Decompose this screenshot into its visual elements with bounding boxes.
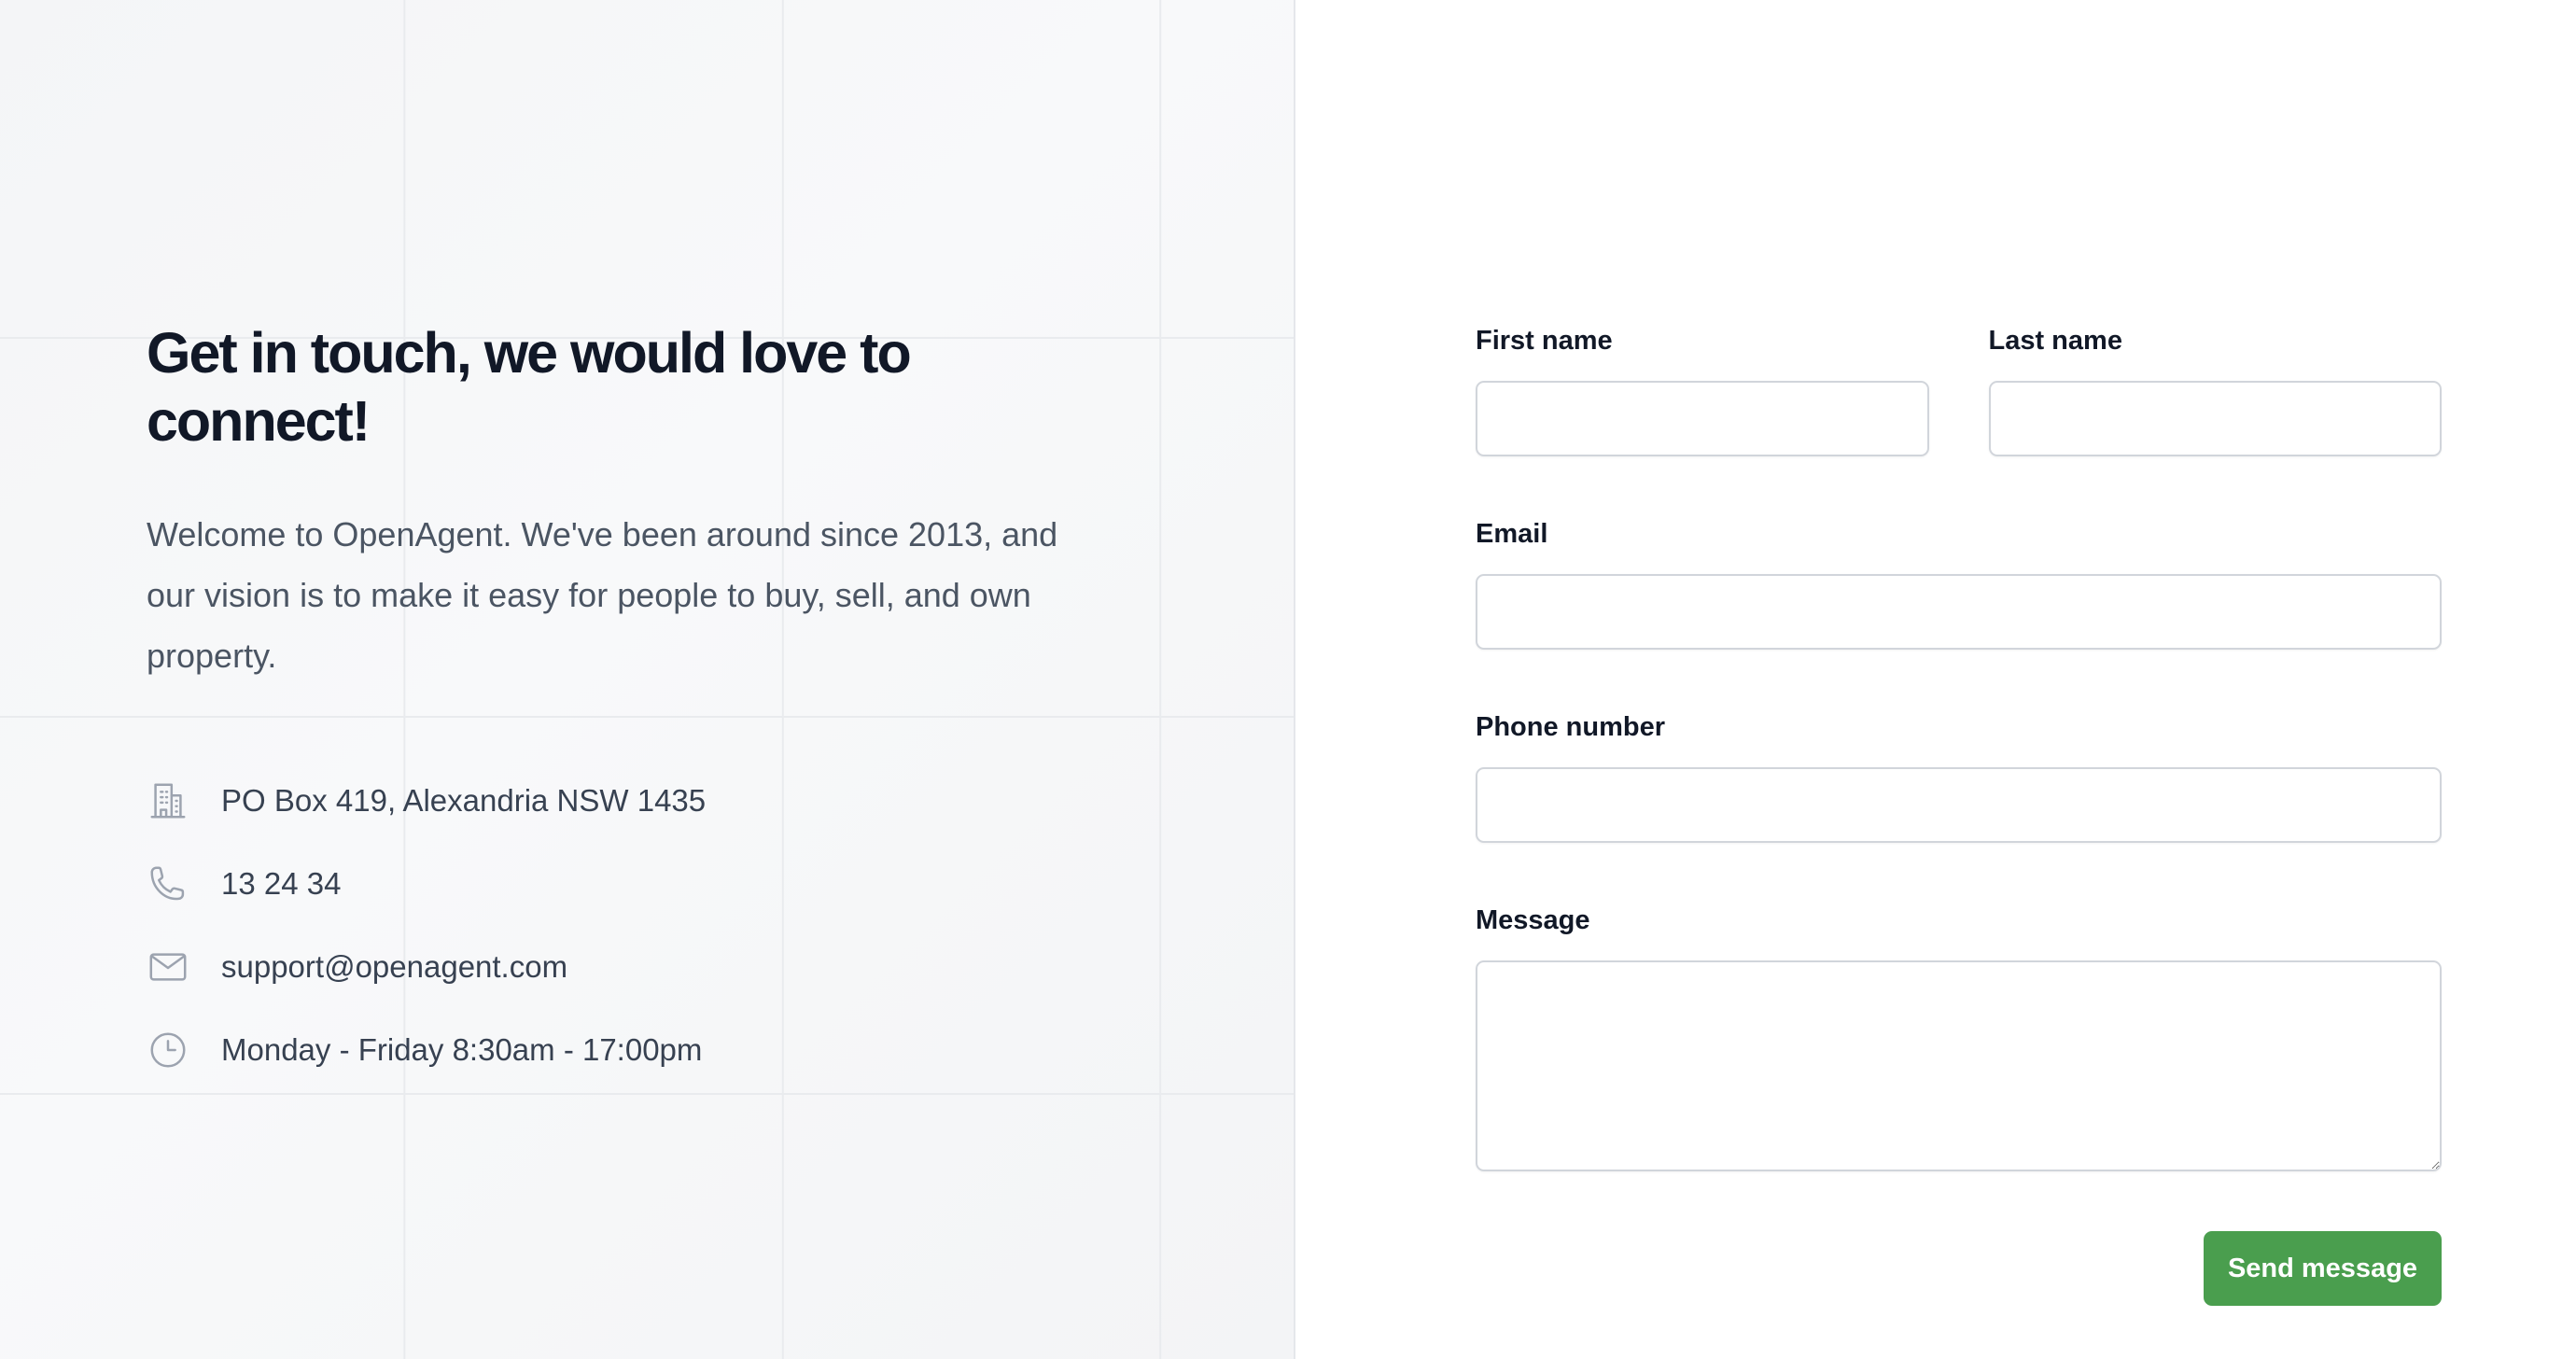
phone-text: 13 24 34 [221,865,342,901]
envelope-icon [147,946,189,988]
first-name-label: First name [1476,326,1613,356]
contact-form: First name Last name Email Phone number … [1476,327,2442,1306]
message-textarea[interactable] [1476,960,2442,1171]
hours-item: Monday - Friday 8:30am - 17:00pm [147,1008,1080,1091]
phone-item: 13 24 34 [147,842,1080,925]
hours-text: Monday - Friday 8:30am - 17:00pm [221,1031,703,1067]
clock-icon [147,1029,189,1072]
message-field: Message [1476,906,2442,1171]
first-name-input[interactable] [1476,381,1929,456]
phone-field: Phone number [1476,713,2442,843]
message-label: Message [1476,905,1590,935]
name-row: First name Last name [1476,327,2442,456]
first-name-field: First name [1476,327,1929,456]
send-message-button[interactable]: Send message [2204,1231,2442,1306]
phone-label: Phone number [1476,712,1666,742]
building-icon [147,779,189,822]
last-name-field: Last name [1988,326,2442,456]
contact-form-panel: First name Last name Email Phone number … [1295,0,2576,1359]
email-text: support@openagent.com [221,948,568,984]
last-name-label: Last name [1988,326,2122,356]
intro-paragraph: Welcome to OpenAgent. We've been around … [147,515,1058,675]
phone-icon [147,862,189,905]
contact-info-panel: Get in touch, we would love to connect! … [0,0,1295,1359]
email-field: Email [1476,520,2442,650]
email-label: Email [1476,519,1548,549]
form-actions: Send message [1476,1231,2442,1306]
contact-details-list: PO Box 419, Alexandria NSW 1435 13 24 34 [147,759,1080,1091]
email-item: support@openagent.com [147,925,1080,1008]
address-item: PO Box 419, Alexandria NSW 1435 [147,759,1080,842]
last-name-input[interactable] [1988,381,2442,456]
page-title: Get in touch, we would love to connect! [147,321,912,453]
contact-page: Get in touch, we would love to connect! … [0,0,2576,1359]
phone-input[interactable] [1476,767,2442,843]
email-input[interactable] [1476,574,2442,650]
address-text: PO Box 419, Alexandria NSW 1435 [221,782,707,818]
